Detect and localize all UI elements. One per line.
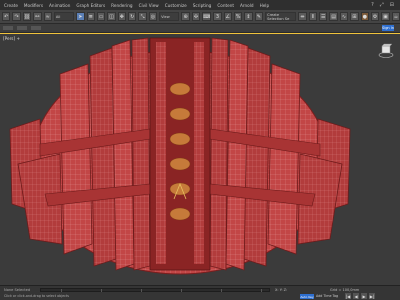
layer-explorer-icon[interactable]: ☰ — [319, 12, 328, 21]
snaps-toggle-icon[interactable]: 3 — [213, 12, 222, 21]
help-icon[interactable]: ? — [371, 2, 374, 8]
undo-icon[interactable]: ↶ — [2, 12, 11, 21]
link-icon[interactable]: ⛓ — [22, 12, 32, 21]
scale-icon[interactable]: ⤡ — [138, 12, 147, 21]
menu-help[interactable]: Help — [260, 3, 270, 8]
minimize-icon[interactable]: ⊟ — [390, 2, 394, 8]
select-manipulate-icon[interactable]: ✣ — [191, 12, 201, 21]
select-by-name-icon[interactable]: ≣ — [86, 12, 95, 21]
pivot-icon[interactable]: ⊕ — [181, 12, 190, 21]
auto-key-button[interactable]: Auto Key — [300, 294, 314, 299]
time-tick — [61, 289, 62, 292]
ribbon-tab[interactable] — [31, 26, 41, 30]
menu-content[interactable]: Content — [217, 3, 234, 8]
previous-frame-icon[interactable]: ◀ — [353, 293, 359, 299]
time-slider[interactable] — [40, 288, 270, 292]
menu-rendering[interactable]: Rendering — [111, 3, 132, 8]
play-icon[interactable]: ▶ — [361, 293, 367, 299]
add-time-tag[interactable]: Add Time Tag — [316, 294, 338, 298]
selection-status: None Selected — [4, 288, 31, 292]
menu-create[interactable]: Create — [4, 3, 18, 8]
go-to-end-icon[interactable]: ▶| — [369, 293, 375, 299]
spinner-snap-icon[interactable]: ⇕ — [244, 12, 253, 21]
viewcube-icon[interactable] — [378, 43, 394, 59]
selection-filter-dropdown[interactable]: All — [53, 12, 75, 21]
window-crossing-icon[interactable]: ◫ — [107, 12, 116, 21]
time-tick — [141, 289, 142, 292]
perspective-viewport[interactable]: [Pers] + — [0, 33, 400, 285]
mirror-icon[interactable]: ⇹ — [298, 12, 307, 21]
percent-snap-icon[interactable]: % — [233, 12, 243, 21]
viewport-label[interactable]: [Pers] + — [3, 36, 20, 41]
rect-select-icon[interactable]: ▭ — [96, 12, 106, 21]
scene-mesh[interactable] — [0, 34, 400, 286]
align-icon[interactable]: ⫴ — [308, 12, 318, 21]
status-bar: None Selected X: Y: Z: Grid = 100,0mm Cl… — [0, 285, 400, 300]
menu-customize[interactable]: Customize — [165, 3, 187, 8]
menu-arnold[interactable]: Arnold — [240, 3, 254, 8]
rotate-icon[interactable]: ↻ — [128, 12, 137, 21]
go-to-start-icon[interactable]: |◀ — [345, 293, 351, 299]
menu-modifiers[interactable]: Modifiers — [24, 3, 43, 8]
time-tick — [181, 289, 182, 292]
select-object-icon[interactable]: ➤ — [76, 12, 85, 21]
angle-snap-icon[interactable]: ∠ — [223, 12, 232, 21]
curve-editor-icon[interactable]: ∿ — [339, 12, 349, 21]
schematic-view-icon[interactable]: ⊞ — [350, 12, 359, 21]
playback-controls: |◀ ◀ ▶ ▶| — [345, 293, 375, 299]
time-tick — [101, 289, 102, 292]
menu-civil-view[interactable]: Civil View — [139, 3, 159, 8]
ribbon-strip: Sign In — [0, 24, 400, 33]
menu-animation[interactable]: Animation — [49, 3, 70, 8]
menu-scripting[interactable]: Scripting — [193, 3, 212, 8]
coordinate-readout[interactable]: X: Y: Z: — [275, 288, 287, 292]
render-setup-icon[interactable]: ⚙ — [370, 12, 380, 21]
time-tick — [221, 289, 222, 292]
maximize-icon[interactable]: ⤢ — [380, 2, 384, 8]
main-toolbar: ↶ ↷ ⛓ ⚯ ≈ All ➤ ≣ ▭ ◫ ✥ ↻ ⤡ ◎ View ⊕ ✣ ⌨… — [0, 10, 400, 24]
bind-spacewarp-icon[interactable]: ≈ — [43, 12, 52, 21]
place-icon[interactable]: ◎ — [148, 12, 158, 21]
rendered-frame-window-icon[interactable]: ▣ — [381, 12, 390, 21]
unlink-icon[interactable]: ⚯ — [33, 12, 42, 21]
redo-icon[interactable]: ↷ — [12, 12, 21, 21]
named-selection-icon[interactable]: ✎ — [254, 12, 264, 21]
material-editor-icon[interactable]: ● — [360, 12, 369, 21]
ribbon-tab[interactable] — [3, 26, 13, 30]
sign-in-button[interactable]: Sign In — [382, 25, 394, 31]
time-tick — [261, 289, 262, 292]
scene-explorer-icon[interactable]: ▤ — [329, 12, 338, 21]
keyboard-shortcut-icon[interactable]: ⌨ — [202, 12, 212, 21]
named-selection-dropdown[interactable]: Create Selection Se — [265, 12, 297, 21]
render-production-icon[interactable]: ☕ — [391, 12, 400, 21]
reference-coord-dropdown[interactable]: View — [159, 12, 180, 21]
menu-graph-editors[interactable]: Graph Editors — [76, 3, 105, 8]
move-icon[interactable]: ✥ — [117, 12, 127, 21]
ribbon-tab[interactable] — [17, 26, 27, 30]
prompt-message: Click or click-and-drag to select object… — [4, 294, 69, 298]
menu-bar: Create Modifiers Animation Graph Editors… — [0, 0, 400, 10]
grid-size: Grid = 100,0mm — [330, 288, 360, 292]
